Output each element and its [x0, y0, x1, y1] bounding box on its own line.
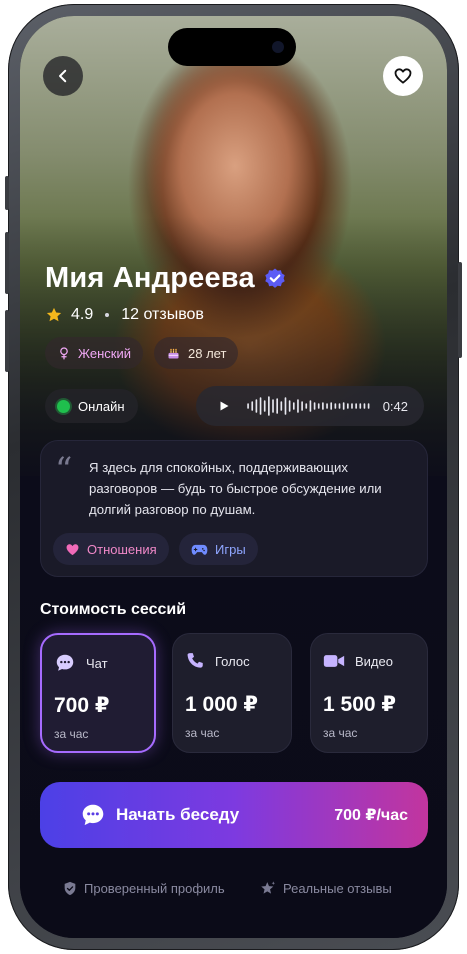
bio-text: Я здесь для спокойных, поддерживающих ра…: [89, 460, 382, 517]
birthday-cake-icon: [168, 348, 179, 358]
gamepad-icon: [191, 544, 208, 555]
online-status-badge: Онлайн: [45, 389, 138, 423]
price-option-label: Чат: [86, 655, 108, 671]
favorite-button[interactable]: [383, 56, 423, 96]
reviews-count[interactable]: 12 отзывов: [121, 306, 204, 324]
voice-intro-player[interactable]: 0:42: [196, 386, 424, 426]
chat-bubble-icon: [82, 804, 104, 826]
dynamic-island: [168, 28, 296, 66]
camera-dot: [272, 41, 284, 53]
verified-profile-note: Проверенный профиль: [62, 880, 225, 897]
waveform: [247, 396, 370, 416]
chevron-left-icon: [59, 69, 67, 83]
start-conversation-button[interactable]: Начать беседу 700 ₽/час: [40, 782, 428, 848]
heart-icon: [66, 543, 79, 555]
age-chip: 28 лет: [154, 337, 239, 369]
price-value: 700 ₽: [54, 694, 110, 717]
separator-dot: [105, 313, 110, 317]
real-reviews-label: Реальные отзывы: [283, 881, 392, 896]
price-option-label: Видео: [355, 653, 393, 669]
status-label: Онлайн: [78, 398, 125, 414]
price-option-chat[interactable]: Чат 700 ₽ за час: [40, 633, 156, 753]
tag-relationships[interactable]: Отношения: [53, 533, 169, 565]
price-unit: за час: [185, 726, 220, 740]
side-button-volume-up: [5, 232, 9, 294]
price-unit: за час: [54, 727, 89, 741]
audio-duration: 0:42: [382, 398, 408, 414]
sparkle-star-icon: [261, 881, 276, 894]
bio-card: “ Я здесь для спокойных, поддерживающих …: [40, 440, 428, 577]
shield-check-icon: [64, 881, 76, 896]
heart-outline-icon: [394, 68, 412, 84]
cta-label: Начать беседу: [116, 805, 240, 824]
price-unit: за час: [323, 726, 358, 740]
gender-chip: Женский: [45, 337, 143, 369]
back-button[interactable]: [43, 56, 83, 96]
verified-profile-label: Проверенный профиль: [84, 881, 225, 896]
price-option-video[interactable]: Видео 1 500 ₽ за час: [310, 633, 428, 753]
chat-bubble-icon: [56, 654, 74, 671]
tag-label: Отношения: [87, 541, 157, 557]
price-option-label: Голос: [215, 653, 250, 669]
age-label: 28 лет: [188, 345, 227, 361]
price-value: 1 000 ₽: [185, 693, 258, 716]
side-button-power: [458, 262, 462, 358]
quote-icon: “: [55, 450, 73, 490]
price-value: 1 500 ₽: [323, 693, 396, 716]
online-dot-icon: [57, 399, 70, 413]
verified-badge-icon: [265, 268, 285, 288]
cta-price: 700 ₽/час: [334, 807, 408, 824]
phone-screen: Мия Андреева 4.9 12 отзывов Женский 28 л…: [20, 16, 447, 938]
price-option-voice[interactable]: Голос 1 000 ₽ за час: [172, 633, 292, 753]
phone-icon: [187, 653, 203, 668]
female-symbol-icon: [60, 347, 68, 360]
real-reviews-note: Реальные отзывы: [259, 880, 392, 897]
profile-name: Мия Андреева: [45, 262, 255, 294]
gender-label: Женский: [78, 345, 131, 361]
side-button-action: [5, 176, 9, 210]
star-icon: [46, 307, 62, 322]
pricing-section-title: Стоимость сессий: [40, 601, 187, 618]
video-camera-icon: [323, 655, 345, 667]
rating-value: 4.9: [71, 306, 94, 323]
rating-row: 4.9 12 отзывов: [45, 306, 204, 324]
tag-label: Игры: [215, 541, 246, 557]
name-row: Мия Андреева: [45, 262, 287, 295]
tag-games[interactable]: Игры: [179, 533, 258, 565]
play-icon[interactable]: [218, 400, 230, 412]
side-button-volume-down: [5, 310, 9, 372]
